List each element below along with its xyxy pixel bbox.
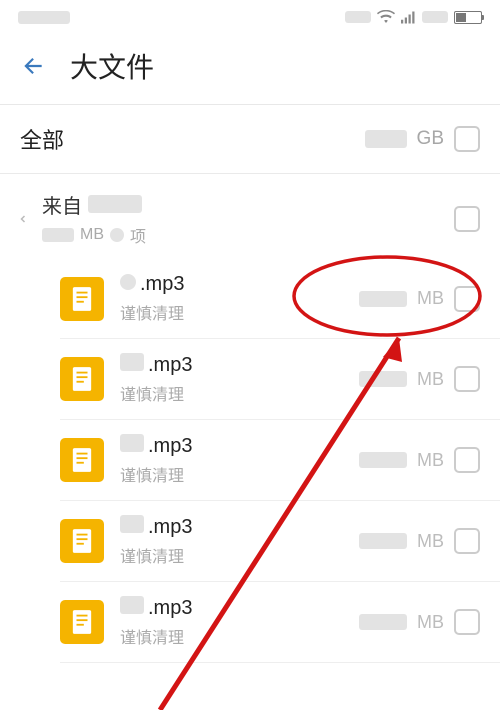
file-row[interactable]: .mp3 谨慎清理 MB	[60, 501, 500, 582]
tab-all[interactable]: 全部 GB	[0, 105, 500, 174]
group-count-blur	[110, 228, 124, 242]
status-blur-right-1	[345, 11, 371, 23]
chevron-down-icon	[14, 210, 32, 228]
status-blur-right-2	[422, 11, 448, 23]
all-checkbox[interactable]	[454, 126, 480, 152]
file-size-unit: MB	[417, 531, 444, 552]
file-doc-icon	[60, 277, 104, 321]
file-size-unit: MB	[417, 369, 444, 390]
file-name-blur	[120, 515, 144, 533]
signal-icon	[401, 11, 416, 24]
file-ext: .mp3	[148, 516, 192, 539]
file-row[interactable]: .mp3 谨慎清理 MB	[60, 259, 500, 339]
battery-icon	[454, 11, 482, 24]
file-row[interactable]: .mp3 谨慎清理 MB	[60, 339, 500, 420]
group-size-unit: MB	[80, 226, 104, 244]
file-caution: 谨慎清理	[120, 381, 343, 405]
file-checkbox[interactable]	[454, 609, 480, 635]
file-size-unit: MB	[417, 450, 444, 471]
file-row[interactable]: .mp3 谨慎清理 MB	[60, 582, 500, 663]
file-size-blur	[359, 452, 407, 468]
file-ext: .mp3	[148, 597, 192, 620]
file-caution: 谨慎清理	[120, 462, 343, 486]
back-arrow-icon[interactable]	[20, 53, 46, 79]
file-size-unit: MB	[417, 288, 444, 309]
file-ext: .mp3	[148, 354, 192, 377]
file-name-blur	[120, 353, 144, 371]
all-label: 全部	[20, 123, 64, 155]
file-ext: .mp3	[140, 273, 184, 296]
file-size-blur	[359, 291, 407, 307]
file-row[interactable]: .mp3 谨慎清理 MB	[60, 420, 500, 501]
group-prefix: 来自	[42, 190, 82, 219]
group-checkbox[interactable]	[454, 206, 480, 232]
all-size-blur	[365, 130, 407, 148]
page-title: 大文件	[70, 46, 154, 86]
file-checkbox[interactable]	[454, 447, 480, 473]
file-checkbox[interactable]	[454, 366, 480, 392]
file-size-unit: MB	[417, 612, 444, 633]
all-size-unit: GB	[417, 128, 444, 150]
file-doc-icon	[60, 519, 104, 563]
file-doc-icon	[60, 600, 104, 644]
header: 大文件	[0, 34, 500, 104]
wifi-icon	[377, 10, 395, 24]
file-size-blur	[359, 371, 407, 387]
group-count-unit: 项	[130, 223, 146, 247]
group-name-blur	[88, 195, 142, 213]
file-name-blur	[120, 274, 136, 290]
status-bar	[0, 0, 500, 34]
file-doc-icon	[60, 357, 104, 401]
file-caution: 谨慎清理	[120, 543, 343, 567]
status-blur-left	[18, 11, 70, 24]
file-name-blur	[120, 434, 144, 452]
file-caution: 谨慎清理	[120, 300, 343, 324]
file-checkbox[interactable]	[454, 528, 480, 554]
file-group-header[interactable]: 来自 MB 项	[0, 174, 500, 259]
file-size-blur	[359, 533, 407, 549]
file-caution: 谨慎清理	[120, 624, 343, 648]
file-list: .mp3 谨慎清理 MB .mp3 谨慎清理 MB	[60, 259, 500, 663]
group-size-blur	[42, 228, 74, 242]
file-name-blur	[120, 596, 144, 614]
file-size-blur	[359, 614, 407, 630]
file-checkbox[interactable]	[454, 286, 480, 312]
file-doc-icon	[60, 438, 104, 482]
file-ext: .mp3	[148, 435, 192, 458]
